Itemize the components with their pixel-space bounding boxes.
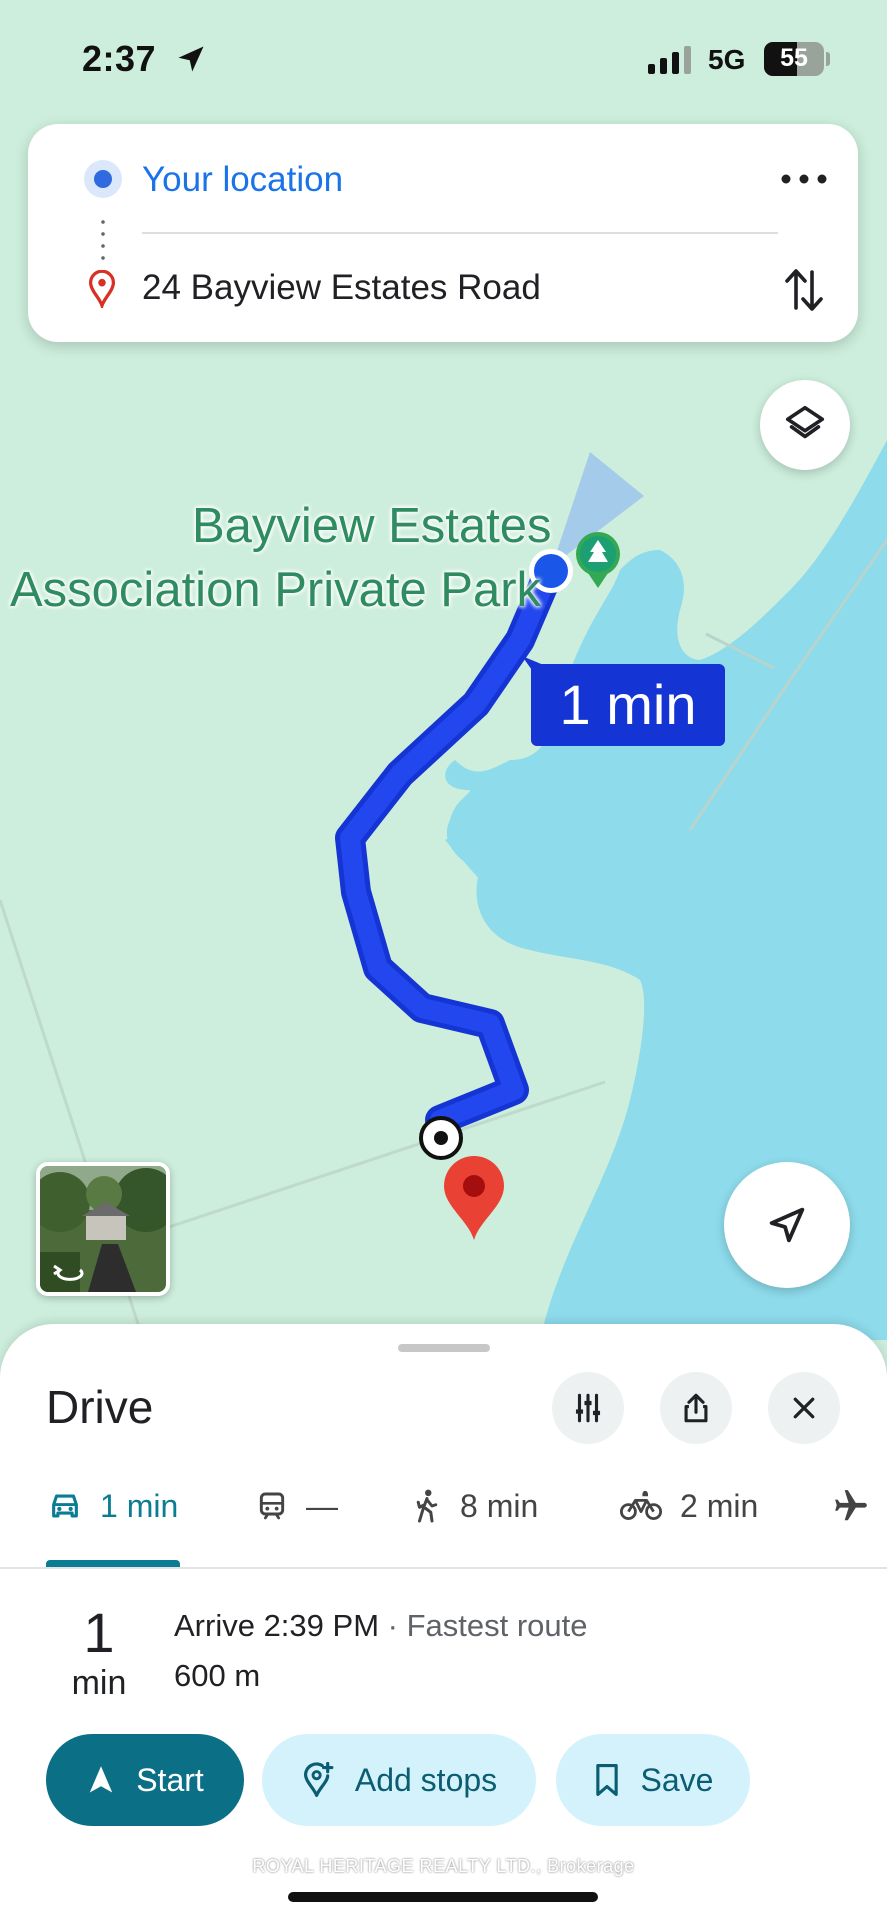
transit-time: — <box>306 1487 338 1524</box>
route-note: Fastest route <box>406 1608 588 1643</box>
destination-pin-outline-icon <box>88 270 116 308</box>
recenter-button[interactable] <box>724 1162 850 1288</box>
walk-time: 8 min <box>460 1487 539 1524</box>
swap-directions-icon[interactable] <box>782 264 826 316</box>
bike-icon <box>620 1490 662 1521</box>
navigate-arrow-icon <box>89 1766 113 1793</box>
directions-sheet: Drive 1 min — 8 min 2 min 1 min Arrive 2… <box>0 1324 887 1920</box>
battery-percent: 55 <box>780 44 808 72</box>
street-view-image <box>40 1166 166 1292</box>
arrival-separator: · <box>379 1608 407 1643</box>
add-stops-button[interactable]: Add stops <box>262 1734 536 1826</box>
route-options-button[interactable] <box>552 1372 624 1444</box>
save-label: Save <box>640 1761 714 1798</box>
drive-time: 1 min <box>100 1487 179 1524</box>
signal-icon <box>648 46 691 74</box>
save-button[interactable]: Save <box>556 1734 750 1826</box>
bike-time: 2 min <box>680 1487 759 1524</box>
navigation-arrow-icon <box>769 1207 805 1243</box>
more-options-icon[interactable] <box>776 164 832 194</box>
route-eta-label[interactable]: 1 min <box>531 664 725 746</box>
network-type: 5G <box>708 44 746 75</box>
watermark-text: ROYAL HERITAGE REALTY LTD., Brokerage <box>252 1856 635 1876</box>
battery-tip <box>826 52 830 66</box>
destination-field[interactable]: 24 Bayview Estates Road <box>142 268 541 308</box>
car-icon <box>52 1494 78 1518</box>
close-icon <box>793 1397 815 1419</box>
field-divider <box>142 232 778 234</box>
park-label-line2: Association Private Park <box>10 563 542 617</box>
park-label[interactable]: Bayview Estates Association Private Park <box>0 494 700 622</box>
active-tab-indicator <box>46 1560 180 1567</box>
bookmark-icon <box>595 1764 618 1796</box>
plane-icon <box>835 1490 867 1521</box>
location-arrow-icon <box>178 46 204 72</box>
start-button[interactable]: Start <box>46 1734 244 1826</box>
route-distance: 600 m <box>174 1658 261 1693</box>
route-end-marker <box>419 1116 463 1160</box>
duration-value: 1 <box>83 1601 115 1664</box>
close-button[interactable] <box>768 1372 840 1444</box>
home-indicator[interactable] <box>288 1892 598 1902</box>
your-location-icon <box>84 160 122 198</box>
tab-walk[interactable]: 8 min <box>412 1484 538 1528</box>
layers-button[interactable] <box>760 380 850 470</box>
tabs-divider <box>0 1567 887 1569</box>
origin-field[interactable]: Your location <box>142 160 343 200</box>
arrival-info: Arrive 2:39 PM · Fastest route <box>174 1608 588 1644</box>
status-bar: 2:37 5G 55 <box>0 0 887 110</box>
tab-flight[interactable] <box>832 1484 887 1528</box>
travel-mode-title: Drive <box>46 1381 154 1433</box>
connector-dots <box>101 216 105 266</box>
arrival-time: Arrive 2:39 PM <box>174 1608 380 1643</box>
travel-mode-tabs: 1 min — 8 min 2 min <box>0 1456 887 1556</box>
duration-unit: min <box>71 1664 127 1702</box>
sheet-drag-handle[interactable] <box>398 1344 490 1352</box>
share-icon <box>684 1393 708 1423</box>
directions-card: Your location 24 Bayview Estates Road <box>28 124 858 342</box>
sliders-icon <box>575 1393 601 1423</box>
park-label-line1: Bayview Estates <box>192 499 552 553</box>
train-icon <box>259 1492 285 1520</box>
battery-icon: 55 <box>764 42 824 76</box>
share-button[interactable] <box>660 1372 732 1444</box>
tab-drive[interactable]: 1 min <box>48 1484 178 1528</box>
status-time: 2:37 <box>82 38 157 79</box>
tab-bike[interactable]: 2 min <box>620 1484 758 1528</box>
add-location-icon <box>303 1762 334 1797</box>
walk-icon <box>416 1489 438 1523</box>
start-label: Start <box>136 1761 204 1798</box>
add-stops-label: Add stops <box>354 1761 498 1798</box>
street-view-thumbnail[interactable] <box>36 1162 170 1296</box>
layers-icon <box>785 405 825 439</box>
tab-transit[interactable]: — <box>256 1484 338 1528</box>
